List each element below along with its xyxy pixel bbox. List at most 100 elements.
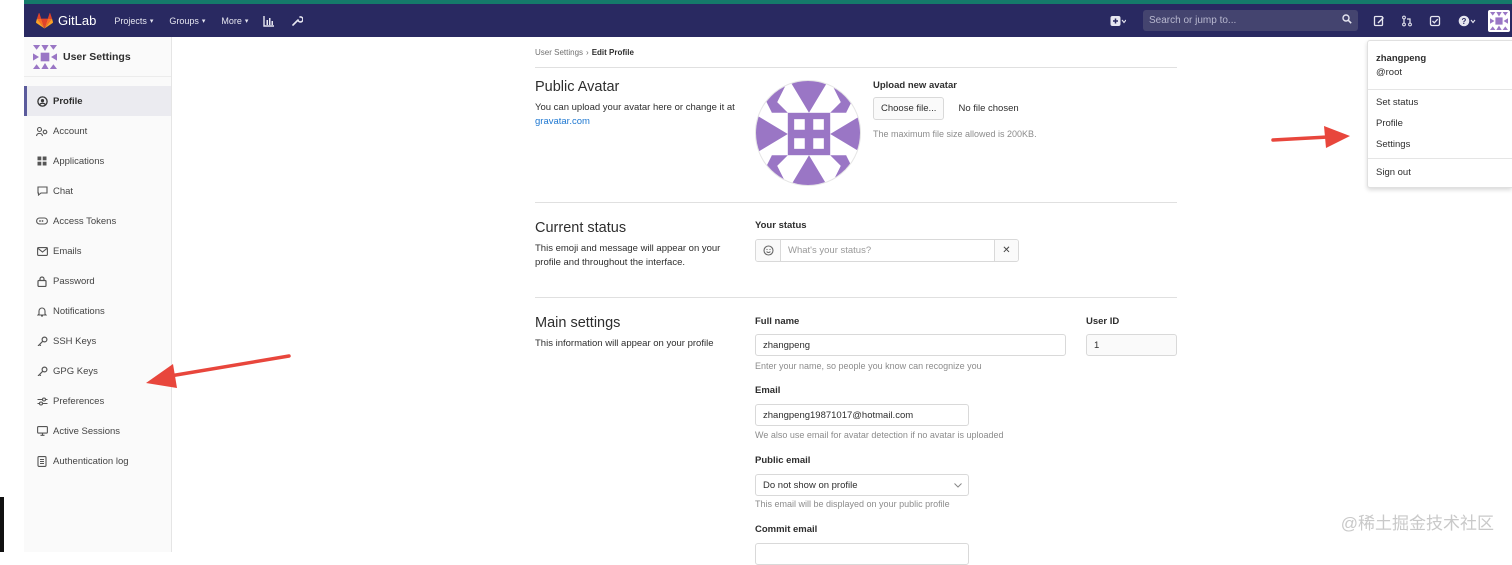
nav-groups-label: Groups bbox=[169, 16, 199, 26]
status-input-group: What's your status? ✕ bbox=[755, 239, 1019, 262]
public-avatar-desc-text: You can upload your avatar here or chang… bbox=[535, 102, 735, 113]
breadcrumb-user-settings[interactable]: User Settings bbox=[535, 48, 583, 57]
main-settings-title: Main settings bbox=[535, 315, 740, 331]
sidebar-item-active-sessions[interactable]: Active Sessions bbox=[24, 416, 171, 446]
main-settings-desc: This information will appear on your pro… bbox=[535, 337, 740, 351]
sidebar-item-profile[interactable]: Profile bbox=[24, 86, 171, 116]
full-name-help: Enter your name, so people you know can … bbox=[755, 361, 982, 371]
sidebar-item-label: Authentication log bbox=[53, 456, 129, 467]
sidebar-item-account[interactable]: Account bbox=[24, 116, 171, 146]
nav-projects-label: Projects bbox=[114, 16, 147, 26]
search-placeholder: Search or jump to... bbox=[1149, 15, 1236, 26]
search-input[interactable]: Search or jump to... bbox=[1143, 10, 1358, 31]
key-icon bbox=[36, 365, 48, 377]
sidebar-item-label: Preferences bbox=[53, 396, 104, 407]
activity-chart-icon[interactable] bbox=[262, 14, 276, 28]
nav-more[interactable]: More▾ bbox=[221, 16, 248, 26]
commit-email-select[interactable] bbox=[755, 543, 969, 565]
clear-status-button[interactable]: ✕ bbox=[994, 240, 1018, 261]
main-settings-section: Main settings This information will appe… bbox=[535, 315, 740, 351]
todos-check-icon[interactable] bbox=[1428, 14, 1442, 28]
your-status-label: Your status bbox=[755, 220, 807, 231]
status-message-input[interactable]: What's your status? bbox=[781, 240, 994, 261]
help-icon[interactable]: ? bbox=[1456, 14, 1478, 28]
current-status-title: Current status bbox=[535, 220, 740, 236]
chevron-down-icon bbox=[954, 480, 962, 491]
sidebar-title: User Settings bbox=[63, 51, 131, 63]
sidebar-item-password[interactable]: Password bbox=[24, 266, 171, 296]
sidebar-item-notifications[interactable]: Notifications bbox=[24, 296, 171, 326]
preferences-icon bbox=[36, 395, 48, 407]
upload-avatar-label: Upload new avatar bbox=[873, 80, 957, 91]
edit-profile-content: User Settings › Edit Profile Public Avat… bbox=[535, 37, 1177, 68]
nav-groups[interactable]: Groups▾ bbox=[169, 16, 205, 26]
dropdown-handle: @root bbox=[1376, 67, 1402, 78]
key-icon bbox=[36, 335, 48, 347]
gravatar-link[interactable]: gravatar.com bbox=[535, 116, 590, 127]
smiley-icon bbox=[763, 245, 774, 256]
sidebar-item-label: Account bbox=[53, 126, 87, 137]
sidebar-item-label: GPG Keys bbox=[53, 366, 98, 377]
avatar-preview bbox=[755, 80, 861, 186]
app-name: GitLab bbox=[58, 13, 96, 28]
admin-wrench-icon[interactable] bbox=[290, 14, 304, 28]
profile-icon bbox=[36, 95, 48, 107]
dropdown-sign-out[interactable]: Sign out bbox=[1376, 167, 1411, 178]
gitlab-logo[interactable]: GitLab bbox=[36, 13, 96, 29]
bell-icon bbox=[36, 305, 48, 317]
chevron-down-icon: ▾ bbox=[202, 17, 206, 25]
todo-edit-icon[interactable] bbox=[1372, 14, 1386, 28]
email-icon bbox=[36, 245, 48, 257]
dropdown-set-status[interactable]: Set status bbox=[1376, 97, 1418, 108]
breadcrumb: User Settings › Edit Profile bbox=[535, 37, 1177, 68]
sidebar-item-chat[interactable]: Chat bbox=[24, 176, 171, 206]
sidebar-item-label: Notifications bbox=[53, 306, 105, 317]
log-icon bbox=[36, 455, 48, 467]
full-name-input[interactable]: zhangpeng bbox=[755, 334, 1066, 356]
section-divider bbox=[535, 202, 1177, 203]
current-status-section: Current status This emoji and message wi… bbox=[535, 220, 740, 270]
merge-request-icon[interactable] bbox=[1400, 14, 1414, 28]
sidebar-item-label: Active Sessions bbox=[53, 426, 120, 437]
edge-block bbox=[0, 497, 4, 552]
account-icon bbox=[36, 125, 48, 137]
sidebar-item-label: Chat bbox=[53, 186, 73, 197]
watermark-text: @稀土掘金技术社区 bbox=[1341, 509, 1494, 534]
new-plus-icon[interactable] bbox=[1107, 14, 1129, 28]
sidebar-item-access-tokens[interactable]: Access Tokens bbox=[24, 206, 171, 236]
section-divider bbox=[535, 297, 1177, 298]
sidebar-item-label: Emails bbox=[53, 246, 82, 257]
email-help: We also use email for avatar detection i… bbox=[755, 430, 1003, 440]
sidebar-item-emails[interactable]: Emails bbox=[24, 236, 171, 266]
emoji-picker-button[interactable] bbox=[756, 240, 781, 261]
public-email-select[interactable]: Do not show on profile bbox=[755, 474, 969, 496]
dropdown-settings[interactable]: Settings bbox=[1376, 139, 1410, 150]
email-input[interactable]: zhangpeng19871017@hotmail.com bbox=[755, 404, 969, 426]
user-avatar-button[interactable] bbox=[1488, 10, 1510, 32]
public-email-help: This email will be displayed on your pub… bbox=[755, 499, 950, 509]
sidebar-item-applications[interactable]: Applications bbox=[24, 146, 171, 176]
public-avatar-section: Public Avatar You can upload your avatar… bbox=[535, 79, 740, 129]
chevron-down-icon: ▾ bbox=[150, 17, 154, 25]
red-arrow-annotation-left bbox=[140, 350, 295, 395]
choose-file-button[interactable]: Choose file... bbox=[873, 97, 944, 120]
token-icon bbox=[36, 215, 48, 227]
dropdown-divider bbox=[1368, 158, 1512, 159]
monitor-icon bbox=[36, 425, 48, 437]
settings-sidebar: User Settings Profile Account Applicatio… bbox=[24, 37, 172, 552]
red-arrow-annotation-right bbox=[1268, 122, 1354, 152]
identicon-avatar-icon bbox=[1490, 12, 1508, 30]
nav-more-label: More bbox=[221, 16, 242, 26]
sidebar-header[interactable]: User Settings bbox=[24, 37, 171, 77]
user-id-label: User ID bbox=[1086, 316, 1119, 327]
sidebar-item-authentication-log[interactable]: Authentication log bbox=[24, 446, 171, 476]
dropdown-profile[interactable]: Profile bbox=[1376, 118, 1403, 129]
page-left-edge bbox=[0, 0, 24, 552]
nav-projects[interactable]: Projects▾ bbox=[114, 16, 153, 26]
max-size-help: The maximum file size allowed is 200KB. bbox=[873, 129, 1037, 139]
sidebar-item-label: Profile bbox=[53, 96, 83, 107]
no-file-chosen-text: No file chosen bbox=[958, 103, 1018, 114]
commit-email-label: Commit email bbox=[755, 524, 817, 535]
public-avatar-title: Public Avatar bbox=[535, 79, 740, 95]
lock-icon bbox=[36, 275, 48, 287]
